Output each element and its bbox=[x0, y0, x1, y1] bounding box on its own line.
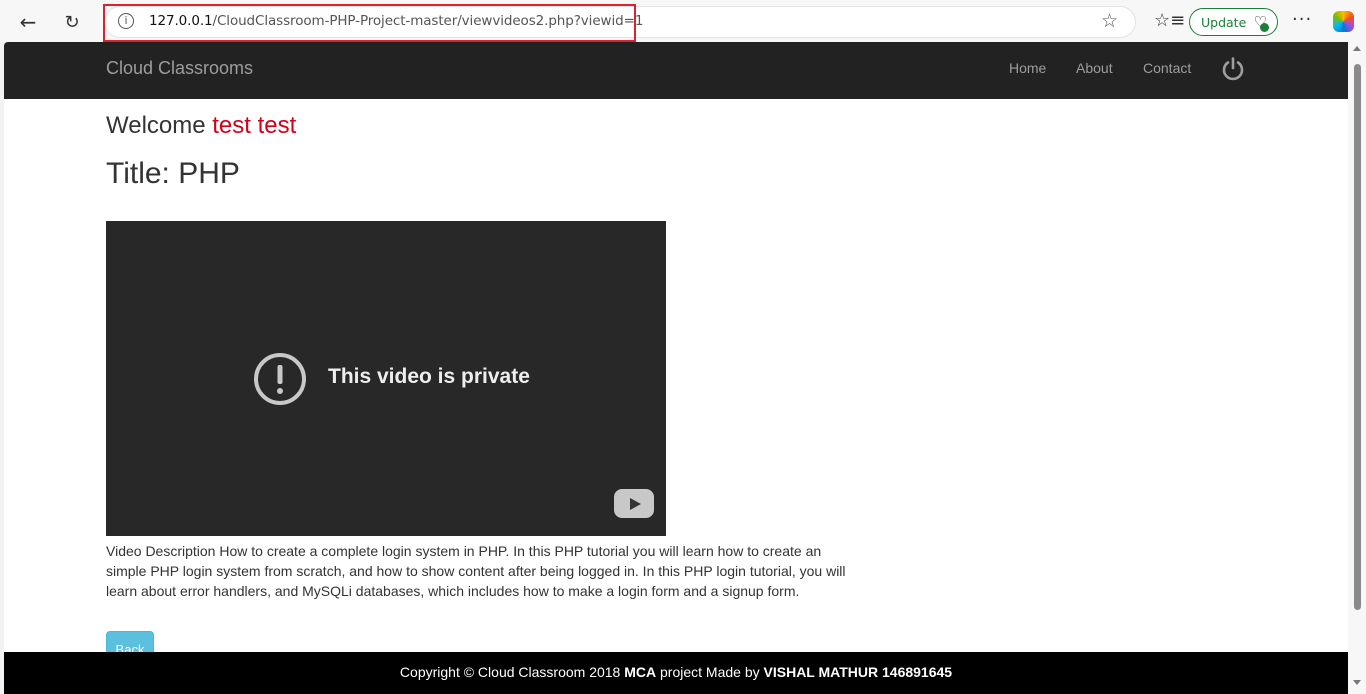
page-scrollbar[interactable] bbox=[1348, 42, 1366, 694]
reload-icon[interactable]: ↻ bbox=[58, 8, 86, 36]
more-icon[interactable]: ··· bbox=[1292, 9, 1312, 30]
scroll-down-icon[interactable] bbox=[1353, 680, 1361, 685]
video-title: Title: PHP bbox=[106, 157, 240, 190]
footer-text-1: Copyright © Cloud Classroom 2018 bbox=[399, 664, 625, 680]
update-dot-icon bbox=[1260, 23, 1269, 32]
site-navbar: Cloud Classrooms Home About Contact bbox=[4, 42, 1348, 99]
scroll-up-icon[interactable] bbox=[1353, 46, 1361, 51]
scroll-thumb[interactable] bbox=[1354, 64, 1361, 610]
update-label: Update bbox=[1201, 14, 1247, 30]
page-viewport: Cloud Classrooms Home About Contact Welc… bbox=[4, 42, 1348, 694]
welcome-prefix: Welcome bbox=[106, 112, 206, 139]
footer-text-2: project Made by bbox=[656, 664, 764, 680]
favorites-icon[interactable]: ☆≡ bbox=[1154, 10, 1185, 31]
nav-about-link[interactable]: About bbox=[1076, 60, 1113, 76]
footer-bold-2: VISHAL MATHUR 146891645 bbox=[763, 664, 953, 680]
site-footer: Copyright © Cloud Classroom 2018 MCA pro… bbox=[4, 652, 1348, 694]
video-private-message: This video is private bbox=[328, 365, 530, 388]
copilot-icon[interactable] bbox=[1333, 11, 1354, 32]
video-description: Video Description How to create a comple… bbox=[106, 543, 846, 599]
brand-link[interactable]: Cloud Classrooms bbox=[106, 58, 253, 79]
power-icon[interactable] bbox=[1220, 56, 1246, 82]
video-player[interactable]: This video is private bbox=[106, 221, 666, 536]
footer-bold-1: MCA bbox=[624, 664, 657, 680]
nav-home-link[interactable]: Home bbox=[1009, 60, 1046, 76]
youtube-logo-icon[interactable] bbox=[614, 489, 654, 518]
browser-toolbar: ← ↻ i 127.0.0.1/CloudClassroom-PHP-Proje… bbox=[0, 0, 1366, 42]
update-button[interactable]: Update ♡ bbox=[1189, 8, 1278, 36]
welcome-heading: Welcome test test bbox=[106, 112, 296, 140]
exclamation-circle-icon bbox=[254, 353, 306, 405]
nav-contact-link[interactable]: Contact bbox=[1143, 60, 1191, 76]
address-highlight-box bbox=[103, 4, 636, 42]
welcome-user-name: test test bbox=[212, 112, 297, 139]
back-arrow-icon[interactable]: ← bbox=[14, 8, 42, 36]
star-icon[interactable]: ☆ bbox=[1101, 10, 1118, 32]
